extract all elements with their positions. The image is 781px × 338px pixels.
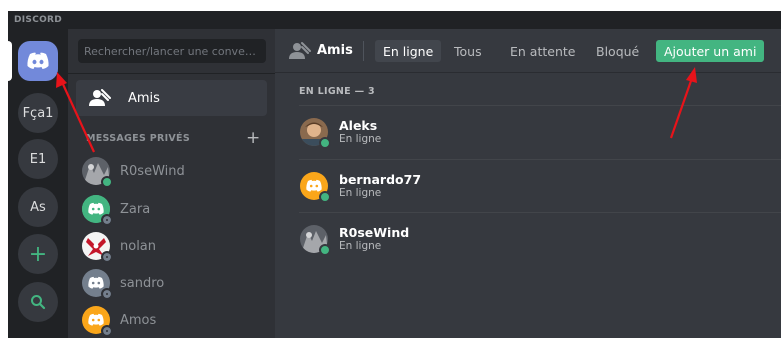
title-bar: DISCORD [8, 11, 781, 29]
friend-row[interactable]: R0seWind En ligne [299, 212, 781, 265]
friend-username: R0seWind [339, 225, 410, 240]
dm-item[interactable]: nolan [76, 228, 267, 264]
home-button[interactable] [18, 41, 58, 81]
explore-servers-button[interactable] [18, 282, 58, 322]
status-indicator [101, 325, 113, 337]
dm-username: Amos [120, 312, 157, 328]
status-indicator [101, 214, 113, 226]
friend-row[interactable]: bernardo77 En ligne [299, 159, 781, 212]
dm-item[interactable]: Amos [76, 302, 267, 338]
status-indicator [101, 176, 113, 188]
dm-item[interactable]: R0seWind [76, 153, 267, 189]
plus-icon: + [28, 241, 48, 267]
discord-logo-icon [27, 52, 49, 69]
dm-item[interactable]: sandro [76, 265, 267, 301]
status-indicator [319, 137, 331, 149]
avatar [300, 118, 331, 149]
status-indicator [101, 251, 113, 263]
online-count-header: EN LIGNE — 3 [299, 86, 375, 97]
search-separator [68, 73, 275, 74]
dm-username: Zara [120, 201, 151, 217]
guild-fca1[interactable]: Fça1 [18, 93, 58, 133]
guild-e1[interactable]: E1 [18, 139, 58, 179]
avatar [300, 172, 331, 203]
avatar [82, 306, 113, 337]
status-indicator [101, 288, 113, 300]
status-indicator [319, 191, 331, 203]
avatar [82, 269, 113, 300]
friend-username: Aleks [339, 118, 378, 133]
friends-topbar: Amis En ligne Tous En attente Bloqué Ajo… [275, 29, 781, 73]
friends-panel: Amis En ligne Tous En attente Bloqué Ajo… [275, 29, 781, 338]
dm-username: sandro [120, 275, 165, 291]
topbar-divider [363, 41, 364, 61]
add-friend-button[interactable]: Ajouter un ami [656, 40, 765, 62]
dm-sidebar: Rechercher/lancer une conversat... Amis … [68, 29, 275, 338]
add-server-button[interactable]: + [18, 234, 58, 274]
status-indicator [319, 244, 331, 256]
avatar [82, 232, 113, 263]
selected-indicator [8, 41, 12, 81]
friends-wave-icon [289, 42, 311, 59]
new-dm-button[interactable]: + [246, 128, 260, 148]
avatar [82, 157, 113, 188]
friends-label: Amis [128, 90, 160, 106]
dm-username: nolan [120, 238, 157, 254]
avatar [82, 195, 113, 226]
tab-online[interactable]: En ligne [375, 40, 442, 62]
tab-pending[interactable]: En attente [502, 40, 583, 62]
friends-nav-item[interactable]: Amis [76, 80, 267, 116]
search-icon [31, 295, 46, 310]
dm-username: R0seWind [120, 163, 185, 179]
friend-status-text: En ligne [339, 240, 382, 252]
tab-all[interactable]: Tous [446, 40, 490, 62]
friend-username: bernardo77 [339, 172, 422, 187]
server-list: Fça1 E1 As + [8, 29, 68, 338]
page-title: Amis [317, 43, 353, 58]
friend-status-text: En ligne [339, 187, 382, 199]
friends-wave-icon [88, 86, 112, 110]
avatar [300, 225, 331, 256]
friend-row[interactable]: Aleks En ligne [299, 105, 781, 158]
friend-status-text: En ligne [339, 133, 382, 145]
search-input[interactable]: Rechercher/lancer une conversat... [78, 39, 266, 63]
dm-item[interactable]: Zara [76, 191, 267, 227]
tab-blocked[interactable]: Bloqué [588, 40, 647, 62]
app-brand: DISCORD [14, 15, 63, 25]
dm-section-header: MESSAGES PRIVÉS [86, 133, 190, 144]
guild-as[interactable]: As [18, 187, 58, 227]
